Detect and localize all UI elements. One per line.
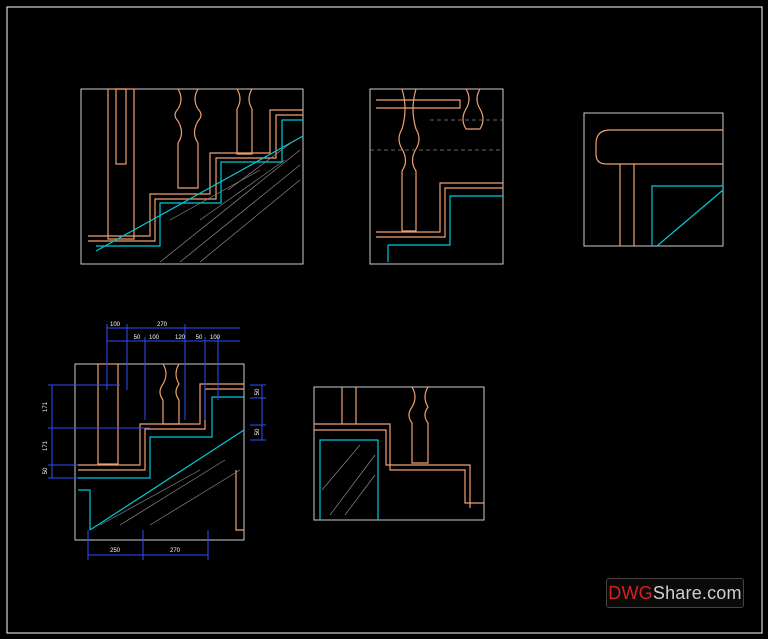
dwgshare-watermark: DWGShare.com — [606, 578, 744, 608]
stair-detail-1 — [80, 88, 304, 265]
stair-detail-2 — [369, 88, 504, 265]
dim-bottom-2: 270 — [170, 548, 181, 554]
dim-left-3: 50 — [43, 467, 49, 474]
drawing-border — [6, 6, 763, 634]
dim-mid-4: 50 — [196, 335, 203, 341]
dim-mid-2: 100 — [149, 335, 160, 341]
dim-right-1: 50 — [255, 388, 261, 395]
dim-top-1: 100 — [110, 322, 121, 328]
stair-detail-5 — [313, 386, 485, 521]
dim-right-2: 50 — [255, 428, 261, 435]
dimensioned-stair-detail: 100 270 50 100 120 50 100 171 171 50 50 … — [43, 322, 266, 560]
dim-mid-5: 100 — [210, 335, 221, 341]
dim-bottom-1: 250 — [110, 548, 121, 554]
dim-top-2: 270 — [157, 322, 168, 328]
dim-left-2: 171 — [43, 440, 49, 451]
dim-left-1: 171 — [43, 401, 49, 412]
watermark-part1: DWG — [608, 583, 653, 603]
cad-drawing-canvas: 100 270 50 100 120 50 100 171 171 50 50 … — [6, 6, 763, 634]
dim-mid-3: 120 — [175, 335, 186, 341]
handrail-detail — [583, 112, 724, 247]
dim-mid-1: 50 — [134, 335, 141, 341]
watermark-part2: Share.com — [652, 583, 742, 603]
